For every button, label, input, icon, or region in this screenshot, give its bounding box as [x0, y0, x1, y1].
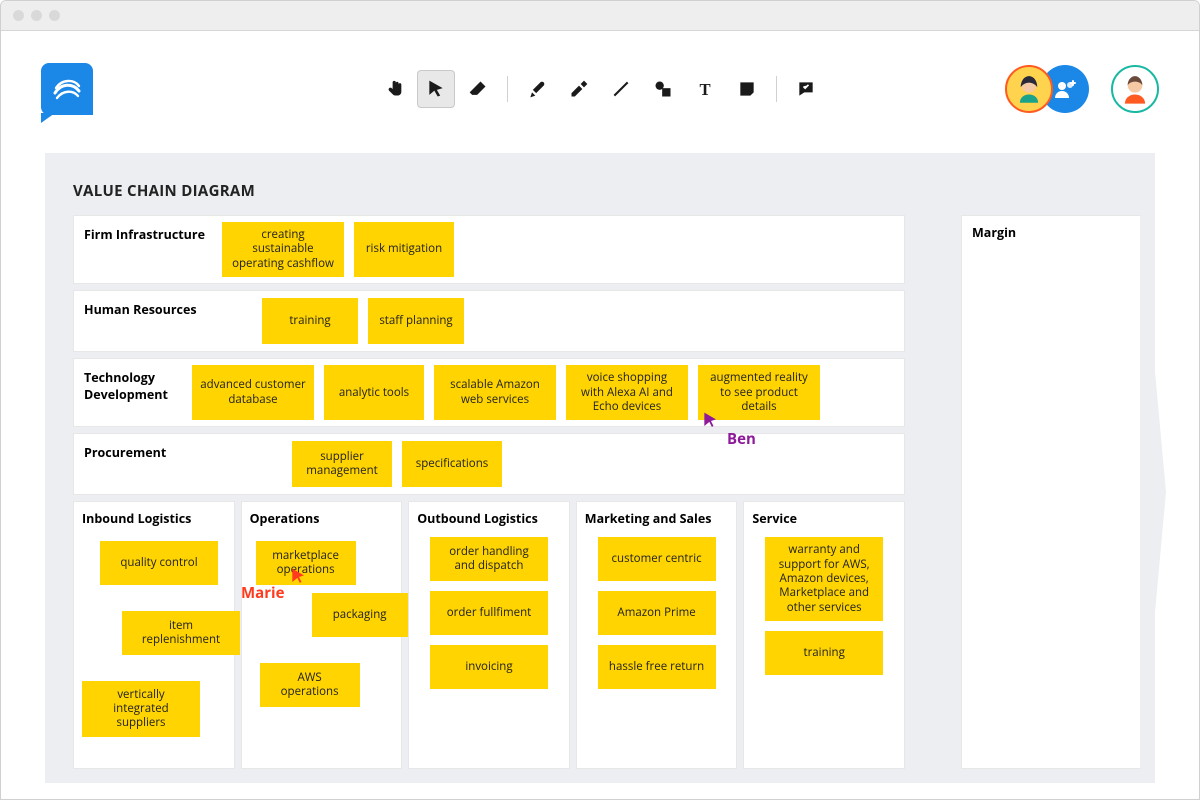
margin-panel[interactable]: Margin — [961, 215, 1141, 769]
sticky-note[interactable]: staff planning — [368, 298, 464, 344]
support-row-technology-development[interactable]: Technology Development advanced customer… — [73, 358, 905, 427]
sticky-note[interactable]: order handling and dispatch — [430, 537, 548, 581]
col-label: Outbound Logistics — [417, 510, 561, 527]
sticky-note[interactable]: AWS operations — [260, 663, 360, 707]
sticky-note[interactable]: vertically integrated suppliers — [82, 681, 200, 737]
sticky-note[interactable]: specifications — [402, 441, 502, 487]
sticky-note[interactable]: training — [765, 631, 883, 675]
sticky-note[interactable]: augmented reality to see product details — [698, 365, 820, 420]
row-label: Procurement — [74, 440, 222, 461]
toolbar: T — [375, 70, 825, 108]
text-tool[interactable]: T — [686, 70, 724, 108]
sticky-note[interactable]: risk mitigation — [354, 222, 454, 277]
sticky-note-icon — [737, 79, 757, 99]
sticky-note-tool[interactable] — [728, 70, 766, 108]
value-chain-diagram: Margin Firm Infrastructure creating sust… — [73, 215, 1127, 769]
shape-icon — [653, 79, 673, 99]
comment-icon — [796, 79, 816, 99]
sticky-note[interactable]: advanced customer database — [192, 365, 314, 420]
row-label: Firm Infrastructure — [74, 222, 222, 243]
primary-col-operations[interactable]: Operations marketplace operations packag… — [241, 501, 403, 769]
row-label: Human Resources — [74, 297, 222, 318]
sticky-note[interactable]: creating sustainable operating cashflow — [222, 222, 344, 277]
sticky-note[interactable]: voice shopping with Alexa AI and Echo de… — [566, 365, 688, 420]
marker-tool[interactable] — [560, 70, 598, 108]
window-dot — [31, 10, 42, 21]
sticky-note[interactable]: order fullfiment — [430, 591, 548, 635]
shape-tool[interactable] — [644, 70, 682, 108]
people-plus-icon — [1053, 77, 1077, 101]
eraser-tool[interactable] — [459, 70, 497, 108]
primary-col-inbound-logistics[interactable]: Inbound Logistics quality control item r… — [73, 501, 235, 769]
primary-col-marketing-sales[interactable]: Marketing and Sales customer centric Ama… — [576, 501, 738, 769]
sticky-note[interactable]: training — [262, 298, 358, 344]
line-tool[interactable] — [602, 70, 640, 108]
person-icon — [1007, 65, 1051, 113]
cursor-icon — [426, 79, 446, 99]
col-label: Service — [752, 510, 896, 527]
diagram-title: VALUE CHAIN DIAGRAM — [73, 181, 1127, 201]
col-label: Inbound Logistics — [82, 510, 226, 527]
hand-tool[interactable] — [375, 71, 413, 109]
hand-icon — [383, 79, 405, 101]
sticky-note[interactable]: item replenishment — [122, 611, 240, 655]
primary-activities-row: Inbound Logistics quality control item r… — [73, 501, 905, 769]
app-header: T — [1, 31, 1199, 146]
whiteboard-canvas[interactable]: VALUE CHAIN DIAGRAM Margin Firm Infrastr… — [45, 153, 1155, 783]
presence-group — [1005, 65, 1089, 113]
browser-frame: T — [0, 0, 1200, 800]
sticky-note[interactable]: analytic tools — [324, 365, 424, 420]
logo-swirl-icon — [51, 73, 83, 105]
sticky-note[interactable]: scalable Amazon web services — [434, 365, 556, 420]
eraser-icon — [468, 79, 488, 99]
toolbar-separator — [507, 76, 508, 102]
brush-icon — [527, 79, 547, 99]
cursor-tool[interactable] — [417, 70, 455, 108]
line-icon — [611, 79, 631, 99]
brush-tool[interactable] — [518, 70, 556, 108]
support-row-firm-infrastructure[interactable]: Firm Infrastructure creating sustainable… — [73, 215, 905, 284]
comment-tool[interactable] — [787, 70, 825, 108]
window-dot — [13, 10, 24, 21]
marker-icon — [569, 79, 589, 99]
support-row-human-resources[interactable]: Human Resources training staff planning — [73, 290, 905, 352]
text-icon: T — [695, 79, 715, 99]
sticky-note[interactable]: quality control — [100, 541, 218, 585]
col-label: Operations — [250, 510, 394, 527]
primary-col-outbound-logistics[interactable]: Outbound Logistics order handling and di… — [408, 501, 570, 769]
sticky-note[interactable]: customer centric — [598, 537, 716, 581]
sticky-note[interactable]: packaging — [312, 593, 408, 637]
presence-avatars — [1005, 65, 1159, 113]
sticky-note[interactable]: warranty and support for AWS, Amazon dev… — [765, 537, 883, 621]
col-label: Marketing and Sales — [585, 510, 729, 527]
support-row-procurement[interactable]: Procurement supplier management specific… — [73, 433, 905, 495]
app-logo[interactable] — [41, 63, 93, 115]
sticky-note[interactable]: Amazon Prime — [598, 591, 716, 635]
collaborator-avatar-marie[interactable] — [1005, 65, 1053, 113]
sticky-note[interactable]: supplier management — [292, 441, 392, 487]
collaborator-avatar-ben[interactable] — [1111, 65, 1159, 113]
svg-text:T: T — [699, 79, 710, 98]
window-dot — [49, 10, 60, 21]
margin-label: Margin — [972, 224, 1130, 241]
person-icon — [1113, 65, 1157, 113]
sticky-note[interactable]: marketplace operations — [256, 541, 356, 585]
primary-col-service[interactable]: Service warranty and support for AWS, Am… — [743, 501, 905, 769]
browser-titlebar — [1, 1, 1199, 31]
sticky-note[interactable]: invoicing — [430, 645, 548, 689]
toolbar-separator — [776, 76, 777, 102]
sticky-note[interactable]: hassle free return — [598, 645, 716, 689]
